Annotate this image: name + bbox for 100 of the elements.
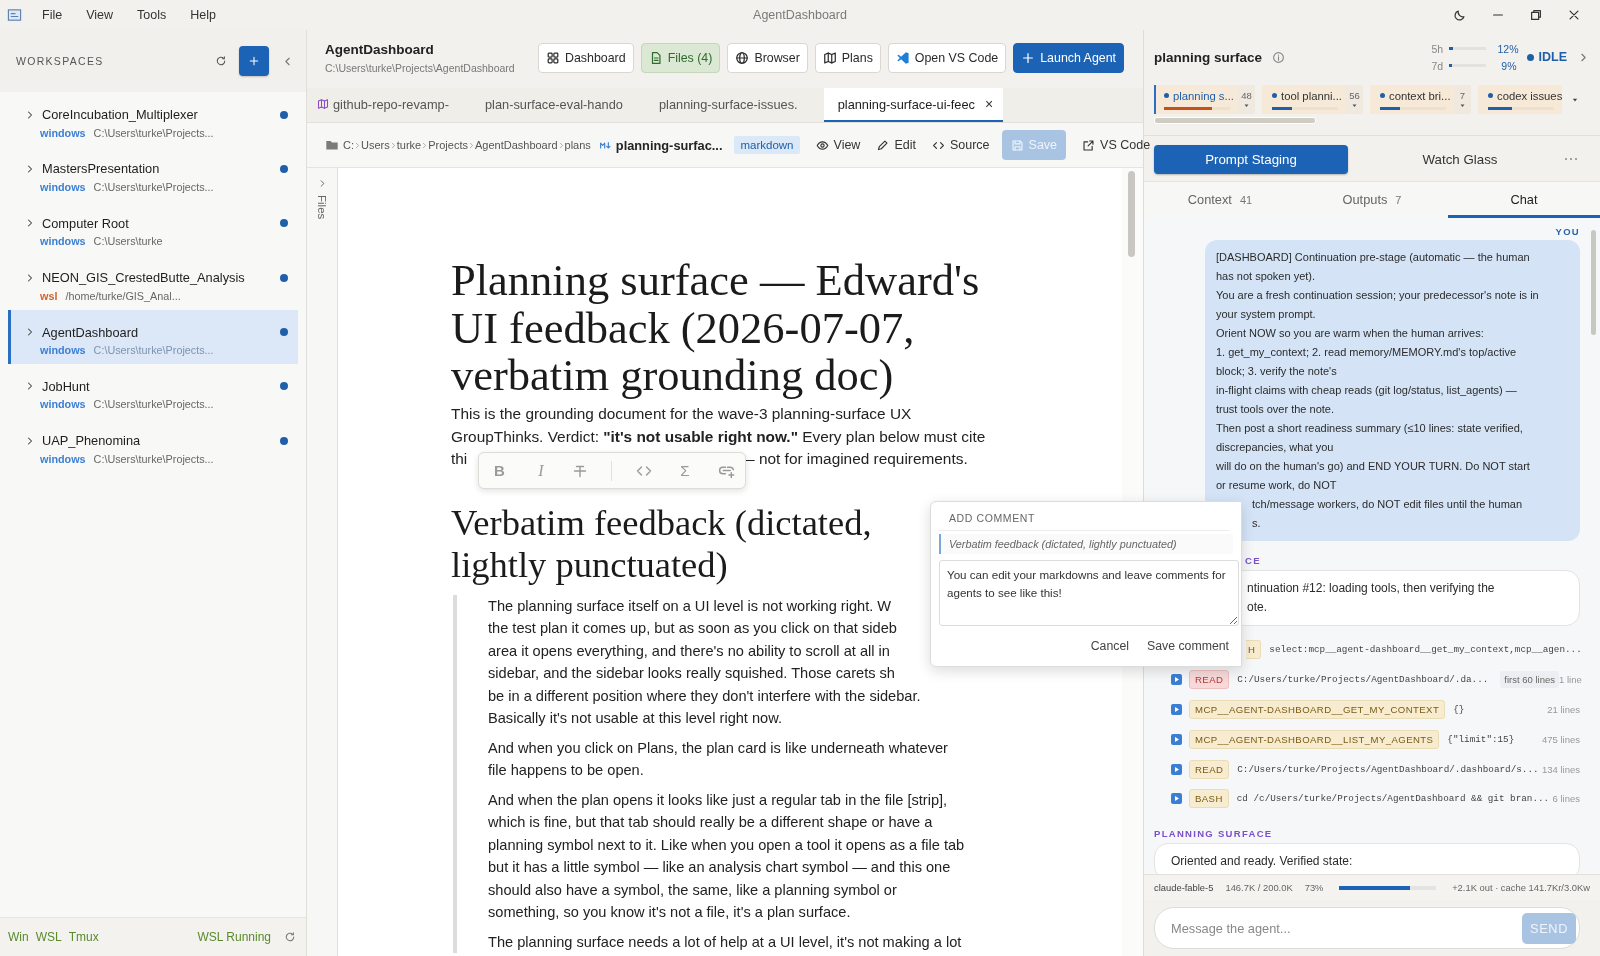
status-dot: [1272, 93, 1277, 98]
message-author: YOU: [1554, 226, 1580, 237]
play-icon[interactable]: [1171, 763, 1182, 775]
status-dot: [280, 436, 288, 445]
message-author: CE: [1245, 555, 1262, 566]
terminal-toggle[interactable]: Tmux: [68, 930, 99, 944]
nav-button[interactable]: Open VS Code: [887, 43, 1007, 73]
workspace-path: C:\Users\turke\Projects...: [93, 452, 214, 465]
quoted-text: Verbatim feedback (dictated, lightly punctuated): [939, 534, 1233, 554]
tool-tag: READ: [1189, 759, 1230, 779]
status-dot: [1488, 93, 1493, 98]
play-icon[interactable]: [1171, 733, 1182, 745]
terminal-toggle[interactable]: Win: [8, 930, 29, 944]
workspace-item[interactable]: AgentDashboard windows C:\Users\turke\Projects...: [8, 309, 298, 364]
workspace-item[interactable]: CoreIncubation_Multiplexer windows C:\Users\turke\Projects...: [8, 92, 298, 147]
breadcrumb-item[interactable]: turke: [396, 139, 422, 151]
agent-status: IDLE: [1538, 50, 1567, 64]
status-dot: [280, 110, 288, 119]
section-heading: Verbatim feedback (dictated, lightly punctuated): [451, 501, 872, 586]
toolbar-button[interactable]: View: [809, 130, 867, 160]
nav-button[interactable]: Launch Agent: [1013, 43, 1124, 73]
scrollbar-thumb[interactable]: [1154, 117, 1316, 124]
play-icon[interactable]: [1171, 674, 1182, 686]
file-tab[interactable]: github-repo-revamp-: [307, 88, 475, 122]
progress-bar: [1164, 106, 1230, 110]
play-icon[interactable]: [1171, 793, 1182, 805]
environment-label: windows: [40, 398, 86, 411]
workspace-item[interactable]: MastersPresentation windows C:\Users\turke\Projects...: [8, 146, 298, 201]
scrollbar-thumb[interactable]: [1591, 230, 1596, 335]
map-icon: [317, 98, 329, 110]
workspace-path: C:\Users\turke\Projects...: [93, 344, 214, 357]
tool-note: first 60 lines: [1500, 671, 1559, 689]
progress-bar: [1488, 106, 1554, 110]
comment-action-button[interactable]: Cancel: [1086, 636, 1133, 656]
agent-chip[interactable]: codex issues: [1478, 85, 1562, 114]
workspace-name: UAP_Phenomina: [42, 433, 142, 449]
toolbar-button[interactable]: VS Code: [1076, 130, 1157, 160]
workspace-item[interactable]: JobHunt windows C:\Users\turke\Projects...: [8, 363, 298, 419]
workspace-item[interactable]: UAP_Phenomina windows C:\Users\turke\Projects...: [8, 418, 298, 473]
restore-icon[interactable]: [1529, 8, 1543, 22]
terminal-toggle[interactable]: WSL: [35, 930, 62, 944]
agent-chip[interactable]: planning s... 48: [1154, 85, 1255, 114]
connection-status: WSL Running: [197, 930, 271, 944]
status-dot: [1380, 93, 1385, 98]
usage-label: 5h: [1431, 42, 1445, 55]
file-tab[interactable]: planning-surface-issues.: [648, 88, 824, 122]
nav-button[interactable]: Plans: [814, 43, 881, 73]
menu-item[interactable]: File: [30, 8, 75, 22]
popup-title: ADD COMMENT: [939, 512, 1229, 531]
breadcrumb-item[interactable]: C:: [343, 139, 354, 151]
quote-paragraph: And when you click on Plans, the plan card is like underneath whatever file happens to be open.: [488, 738, 948, 780]
files-panel-toggle[interactable]: Files: [316, 195, 328, 220]
mode-button[interactable]: Prompt Staging: [1154, 144, 1348, 174]
menu-item[interactable]: Tools: [125, 8, 179, 22]
agent-chip[interactable]: context bri... 7: [1370, 85, 1471, 114]
moon-icon[interactable]: [1453, 8, 1467, 22]
nav-button[interactable]: Browser: [727, 43, 808, 73]
breadcrumb-item[interactable]: Users: [361, 139, 390, 151]
more-icon[interactable]: [1564, 157, 1578, 161]
plus-icon: [1021, 51, 1036, 65]
status-dot: [280, 219, 288, 228]
close-tab-button[interactable]: ×: [984, 96, 994, 112]
cache-stats: +2.1K out · cache 141.7Kr/3.0Kw: [1452, 882, 1590, 893]
breadcrumb-item[interactable]: Projects: [428, 139, 468, 151]
globe-icon: [735, 51, 750, 65]
menu-item[interactable]: View: [74, 8, 126, 22]
nav-button[interactable]: Files (4): [640, 43, 721, 73]
scrollbar-thumb[interactable]: [1128, 171, 1135, 257]
status-dot: [280, 273, 288, 282]
refresh-icon[interactable]: [215, 55, 227, 67]
close-icon[interactable]: [1567, 8, 1581, 22]
nav-button[interactable]: Dashboard: [538, 43, 634, 73]
output-size: 21 lines: [1547, 704, 1580, 715]
project-title: AgentDashboard: [325, 42, 435, 57]
workspace-item[interactable]: Computer Root windows C:\Users\turke: [8, 200, 298, 256]
output-size: 475 lines: [1541, 733, 1580, 745]
toolbar-button[interactable]: Edit: [870, 130, 922, 160]
comment-action-button[interactable]: Save comment: [1143, 636, 1233, 656]
toolbar-button[interactable]: Source: [925, 130, 996, 160]
paragraph-fragment: thi: [451, 450, 468, 467]
comment-field[interactable]: You can edit your markdowns and leave comments for agents to see like this!: [939, 560, 1239, 626]
menu-item[interactable]: Help: [178, 8, 228, 22]
agent-chip[interactable]: tool planni... 56: [1262, 85, 1363, 114]
mode-button[interactable]: Watch Glass: [1363, 144, 1557, 174]
add-button[interactable]: [239, 46, 269, 76]
panel-tab[interactable]: Outputs 7: [1296, 182, 1448, 218]
breadcrumb-item[interactable]: plans: [564, 139, 591, 151]
workspace-item[interactable]: NEON_GIS_CrestedButte_Analysis wsl /home/turke/GIS_Anal...: [8, 255, 298, 310]
file-tab[interactable]: planning-surface-ui-feec ×: [823, 88, 1004, 122]
panel-tab[interactable]: Context 41: [1144, 182, 1296, 218]
document-title: Planning surface — Edward's UI feedback (2026-07-07, verbatim grounding doc): [451, 257, 980, 400]
breadcrumb-item[interactable]: AgentDashboard: [474, 139, 558, 151]
agent-name: planning s...: [1173, 89, 1234, 102]
status-dot: [280, 382, 288, 391]
play-icon[interactable]: [1171, 704, 1182, 715]
output-size: 1 line: [1559, 674, 1582, 686]
tool-tag: H: [1246, 640, 1262, 660]
file-tab[interactable]: plan-surface-eval-hando: [474, 88, 649, 122]
workspace-path: /home/turke/GIS_Anal...: [65, 289, 181, 302]
refresh-icon[interactable]: [284, 931, 296, 943]
